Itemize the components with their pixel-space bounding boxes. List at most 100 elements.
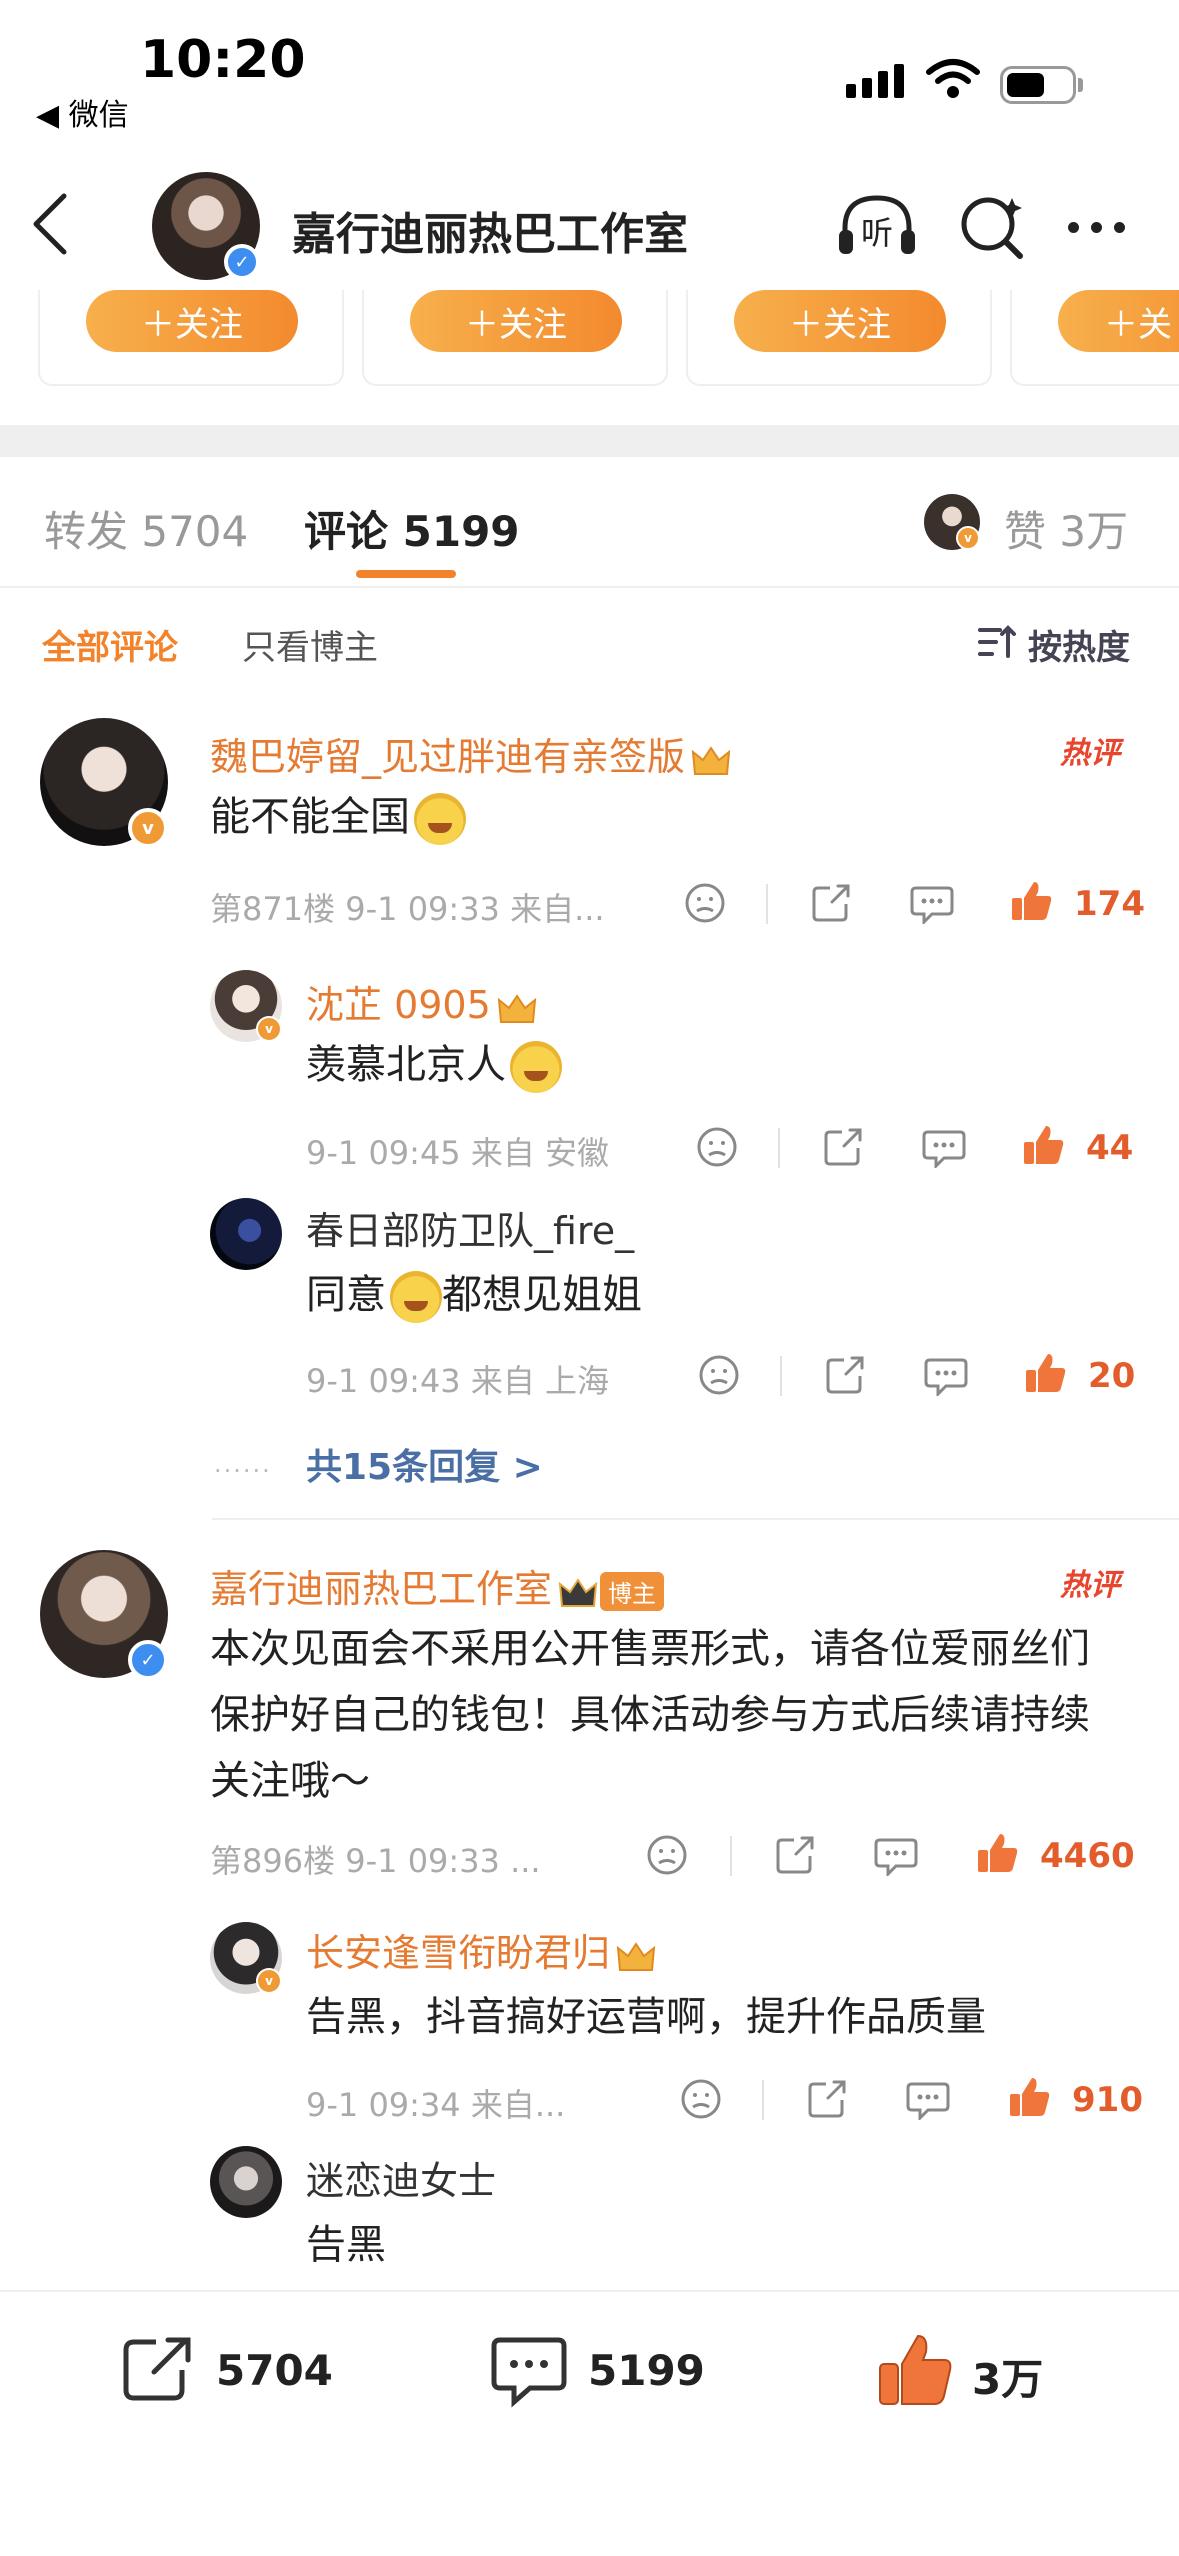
dislike-icon[interactable]: [684, 882, 726, 928]
share-icon[interactable]: [806, 2078, 848, 2124]
divider: [766, 884, 768, 924]
back-to-app-link[interactable]: ◀ 微信: [36, 90, 129, 134]
reply-avatar[interactable]: [210, 1198, 282, 1270]
like-count: 910: [1072, 2080, 1143, 2120]
section-separator: [0, 425, 1179, 457]
filter-all-comments[interactable]: 全部评论: [42, 620, 178, 669]
share-icon[interactable]: [824, 1354, 866, 1400]
active-tab-indicator: [356, 570, 456, 578]
like-thumb-icon[interactable]: [1010, 878, 1054, 928]
like-count: 174: [1074, 884, 1145, 924]
reply-icon[interactable]: [874, 1834, 918, 1880]
reply-text: 同意 都想见姐姐: [306, 1262, 642, 1328]
reply-user-name[interactable]: 春日部防卫队_fire_: [306, 1200, 634, 1255]
filter-host-only[interactable]: 只看博主: [242, 620, 378, 669]
like-thumb-icon[interactable]: [876, 2330, 954, 2414]
hot-comment-badge: 热评: [1060, 736, 1120, 771]
sobbing-emoji-icon: [390, 1271, 442, 1323]
tab-like[interactable]: 赞 3万: [1004, 498, 1128, 559]
share-icon[interactable]: [822, 1126, 864, 1172]
reply-icon[interactable]: [924, 1354, 968, 1400]
back-arrow-icon[interactable]: [30, 192, 70, 260]
crown-icon: [691, 743, 731, 777]
share-icon[interactable]: [774, 1834, 816, 1880]
reply-icon[interactable]: [910, 882, 954, 928]
like-thumb-icon[interactable]: [1024, 1350, 1068, 1400]
like-count: 4460: [1040, 1836, 1135, 1876]
comment-icon[interactable]: [490, 2334, 568, 2412]
follow-button[interactable]: ＋关: [1058, 290, 1179, 352]
battery-tip: [1078, 78, 1083, 92]
recommend-accounts-row: ＋关注 ＋关注 ＋关注 ＋关: [0, 290, 1179, 386]
reply-meta: 9-1 09:45 来自 安徽: [306, 1134, 610, 1172]
reply-text: 告黑，抖音搞好运营啊，提升作品质量: [306, 1994, 986, 2040]
verified-badge-icon: v: [256, 1016, 282, 1042]
reply-text: 羡慕北京人: [306, 1032, 562, 1098]
comment-text: 能不能全国: [210, 784, 466, 850]
divider: [762, 2080, 764, 2120]
page-title: 嘉行迪丽热巴工作室: [292, 209, 688, 260]
comment-meta: 第871楼 9-1 09:33 来自...: [210, 890, 605, 928]
verified-badge-icon: v: [956, 526, 980, 550]
search-icon[interactable]: [958, 192, 1028, 266]
reply-icon[interactable]: [922, 1126, 966, 1172]
like-count: 20: [1088, 1356, 1136, 1396]
cellular-signal-icon: [846, 64, 904, 98]
dislike-icon[interactable]: [696, 1126, 738, 1172]
hot-comment-badge: 热评: [1060, 1568, 1120, 1603]
comment-count[interactable]: 5199: [588, 2346, 705, 2395]
crown-icon: [558, 1575, 598, 1609]
crown-icon: [616, 1939, 656, 1973]
verified-badge-icon: v: [128, 808, 168, 848]
tab-repost[interactable]: 转发 5704: [44, 498, 248, 559]
verified-badge-icon: v: [256, 1968, 282, 1994]
like-thumb-icon[interactable]: [1008, 2074, 1052, 2124]
listen-headphone-icon[interactable]: 听: [835, 192, 919, 262]
bottom-action-bar: 5704 5199 3万: [0, 2290, 1179, 2556]
reply-icon[interactable]: [906, 2078, 950, 2124]
divider: [780, 1356, 782, 1396]
crying-emoji-icon: [510, 1041, 562, 1093]
battery-icon: [1000, 66, 1076, 104]
sort-icon[interactable]: [976, 622, 1018, 666]
reply-user-name[interactable]: 沈芷 0905: [306, 974, 537, 1029]
divider: [730, 1836, 732, 1876]
follow-button[interactable]: ＋关注: [734, 290, 946, 352]
follow-button[interactable]: ＋关注: [410, 290, 622, 352]
repost-count[interactable]: 5704: [216, 2346, 333, 2395]
reply-meta: 9-1 09:43 来自 上海: [306, 1362, 610, 1400]
recommend-card: ＋关注: [686, 290, 992, 386]
crown-icon: [497, 991, 537, 1025]
dislike-icon[interactable]: [680, 2078, 722, 2124]
dislike-icon[interactable]: [698, 1354, 740, 1400]
sort-by-hot[interactable]: 按热度: [1028, 620, 1130, 669]
dislike-icon[interactable]: [646, 1834, 688, 1880]
more-dots: ......: [214, 1450, 272, 1478]
listen-label: 听: [861, 214, 893, 252]
tab-comment[interactable]: 评论 5199: [304, 498, 520, 559]
comment-user-name[interactable]: 魏巴婷留_见过胖迪有亲签版: [210, 726, 731, 781]
host-badge: 博主: [600, 1572, 665, 1611]
divider: [778, 1128, 780, 1168]
like-count[interactable]: 3万: [972, 2346, 1043, 2407]
reply-user-name[interactable]: 迷恋迪女士: [306, 2150, 496, 2205]
wifi-icon: [925, 58, 981, 104]
divider: [212, 1518, 1179, 1520]
share-icon[interactable]: [810, 882, 852, 928]
comment-meta: 第896楼 9-1 09:33 ...: [210, 1842, 541, 1880]
recommend-card: ＋关注: [362, 290, 668, 386]
reply-meta: 9-1 09:34 来自...: [306, 2086, 566, 2124]
like-thumb-icon[interactable]: [976, 1830, 1020, 1880]
repost-icon[interactable]: [120, 2334, 196, 2408]
verified-badge-icon: ✓: [128, 1640, 168, 1680]
like-thumb-icon[interactable]: [1022, 1122, 1066, 1172]
comment-user-name[interactable]: 嘉行迪丽热巴工作室 博主: [210, 1558, 665, 1613]
recommend-card: ＋关注: [38, 290, 344, 386]
reply-user-name[interactable]: 长安逢雪衔盼君归: [306, 1922, 656, 1977]
divider: [0, 586, 1179, 588]
view-more-replies-link[interactable]: 共15条回复 >: [306, 1438, 543, 1490]
follow-button[interactable]: ＋关注: [86, 290, 298, 352]
crying-emoji-icon: [414, 793, 466, 845]
more-icon[interactable]: [1068, 222, 1125, 233]
reply-avatar[interactable]: [210, 2146, 282, 2218]
